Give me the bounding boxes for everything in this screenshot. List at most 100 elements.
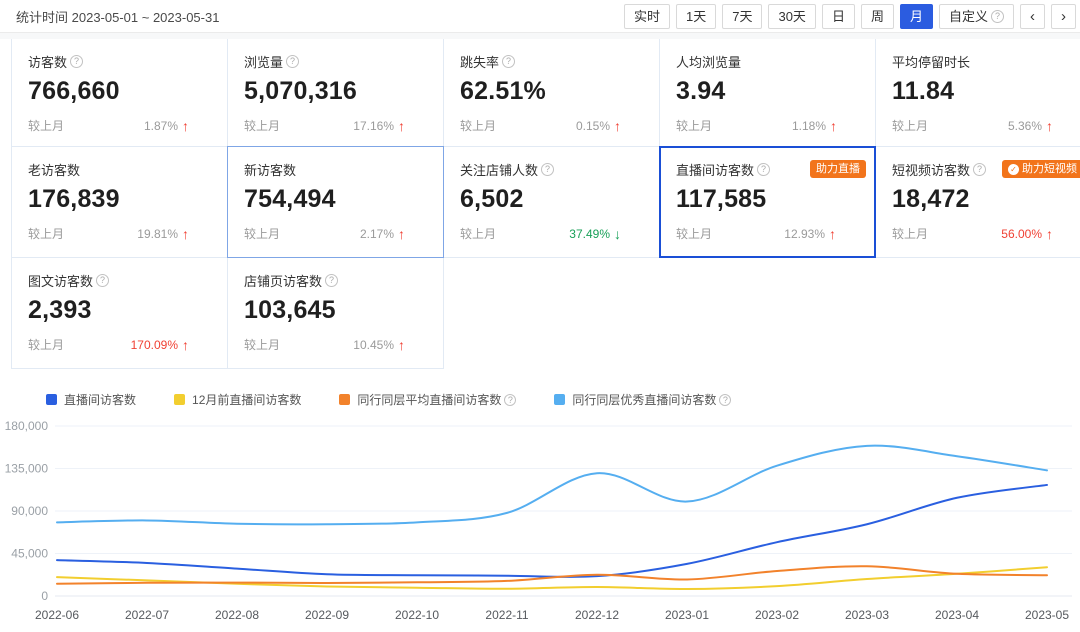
- arrow-up-icon: [398, 118, 405, 134]
- card-title-row: 短视频访客数助力短视频: [892, 160, 1080, 178]
- legend-item-直播间访客数[interactable]: 直播间访客数: [46, 391, 136, 408]
- delta-value: 0.15%: [576, 118, 621, 134]
- card-title-row: 浏览量: [244, 52, 443, 70]
- legend-swatch: [46, 394, 57, 405]
- card-delta-row: 较上月12.93%: [676, 225, 874, 242]
- delta-value: 19.81%: [137, 226, 189, 242]
- card-value: 117,585: [676, 185, 874, 214]
- stat-time-range: 2023-05-01 ~ 2023-05-31: [72, 10, 220, 25]
- metric-card-新访客数[interactable]: 新访客数754,494较上月2.17%: [227, 146, 444, 258]
- help-icon: [991, 10, 1004, 23]
- range-button-1天[interactable]: 1天: [676, 4, 716, 29]
- card-value: 754,494: [244, 185, 443, 214]
- delta-percent: 37.49%: [569, 227, 610, 241]
- compare-label: 较上月: [460, 117, 496, 134]
- help-icon[interactable]: [70, 55, 83, 68]
- range-button-月[interactable]: 月: [900, 4, 933, 29]
- card-title-row: 店铺页访客数: [244, 271, 443, 289]
- help-icon[interactable]: [973, 163, 986, 176]
- delta-percent: 56.00%: [1001, 227, 1042, 241]
- card-title: 店铺页访客数: [244, 271, 322, 290]
- legend-item-同行同层平均直播间访客数[interactable]: 同行同层平均直播间访客数: [339, 391, 516, 408]
- delta-percent: 19.81%: [137, 227, 178, 241]
- compare-label: 较上月: [676, 117, 712, 134]
- chevron-left-button[interactable]: [1020, 4, 1045, 29]
- chart-legend: 直播间访客数 12月前直播间访客数 同行同层平均直播间访客数 同行同层优秀直播间访客数: [46, 391, 1080, 408]
- legend-item-12月前直播间访客数[interactable]: 12月前直播间访客数: [174, 391, 301, 408]
- x-axis-tick: 2022-06: [35, 608, 79, 622]
- delta-value: 170.09%: [131, 337, 189, 353]
- medal-icon: [1008, 164, 1019, 175]
- delta-value: 10.45%: [353, 337, 405, 353]
- help-icon[interactable]: [96, 274, 109, 287]
- card-title: 跳失率: [460, 52, 499, 71]
- x-axis-tick: 2023-03: [845, 608, 889, 622]
- card-delta-row: 较上月19.81%: [28, 225, 227, 242]
- series-line-同行同层平均直播间访客数: [57, 566, 1047, 584]
- card-title: 关注店铺人数: [460, 160, 538, 179]
- range-button-实时[interactable]: 实时: [624, 4, 670, 29]
- metric-card-店铺页访客数[interactable]: 店铺页访客数103,645较上月10.45%: [227, 257, 444, 369]
- compare-label: 较上月: [28, 117, 64, 134]
- range-button-日[interactable]: 日: [822, 4, 855, 29]
- delta-percent: 1.87%: [144, 119, 178, 133]
- help-icon[interactable]: [502, 55, 515, 68]
- badge-label: 助力短视频: [1022, 160, 1077, 178]
- delta-value: 56.00%: [1001, 226, 1053, 242]
- help-icon[interactable]: [719, 394, 731, 406]
- delta-value: 12.93%: [784, 226, 836, 242]
- delta-value: 37.49%: [569, 226, 621, 242]
- card-delta-row: 较上月 1.18%: [676, 117, 875, 134]
- help-icon[interactable]: [286, 55, 299, 68]
- metric-card-图文访客数[interactable]: 图文访客数2,393较上月170.09%: [11, 257, 228, 369]
- card-delta-row: 较上月 0.15%: [460, 117, 659, 134]
- range-button-自定义[interactable]: 自定义: [939, 4, 1014, 29]
- boost-badge[interactable]: 助力直播: [810, 160, 866, 178]
- help-icon[interactable]: [325, 274, 338, 287]
- legend-item-同行同层优秀直播间访客数[interactable]: 同行同层优秀直播间访客数: [554, 391, 731, 408]
- legend-swatch: [174, 394, 185, 405]
- range-button-周[interactable]: 周: [861, 4, 894, 29]
- card-delta-row: 较上月 37.49%: [460, 225, 659, 242]
- stat-time-label: 统计时间: [16, 10, 68, 25]
- compare-label: 较上月: [460, 225, 496, 242]
- card-value: 5,070,316: [244, 77, 443, 106]
- metric-card-跳失率[interactable]: 跳失率62.51%较上月0.15%: [443, 39, 660, 147]
- card-title-row: 平均停留时长: [892, 52, 1080, 70]
- metric-card-访客数[interactable]: 访客数766,660较上月1.87%: [11, 39, 228, 147]
- x-axis-tick: 2022-10: [395, 608, 439, 622]
- help-icon[interactable]: [541, 163, 554, 176]
- metric-card-短视频访客数[interactable]: 短视频访客数助力短视频18,472较上月56.00%: [875, 146, 1080, 258]
- card-title: 浏览量: [244, 52, 283, 71]
- compare-label: 较上月: [892, 225, 928, 242]
- delta-percent: 12.93%: [784, 227, 825, 241]
- metric-card-人均浏览量[interactable]: 人均浏览量3.94较上月1.18%: [659, 39, 876, 147]
- arrow-up-icon: [182, 337, 189, 353]
- legend-label: 12月前直播间访客数: [192, 391, 301, 408]
- x-axis-tick: 2023-01: [665, 608, 709, 622]
- delta-percent: 1.18%: [792, 119, 826, 133]
- help-icon[interactable]: [757, 163, 770, 176]
- arrow-up-icon: [398, 226, 405, 242]
- arrow-up-icon: [829, 226, 836, 242]
- chevron-right-button[interactable]: [1051, 4, 1076, 29]
- y-axis-tick: 0: [41, 589, 48, 603]
- card-value: 766,660: [28, 77, 227, 106]
- metric-card-关注店铺人数[interactable]: 关注店铺人数6,502较上月37.49%: [443, 146, 660, 258]
- range-button-30天[interactable]: 30天: [768, 4, 815, 29]
- legend-label: 同行同层优秀直播间访客数: [572, 391, 716, 408]
- help-icon[interactable]: [504, 394, 516, 406]
- card-title: 直播间访客数: [676, 160, 754, 179]
- metric-card-直播间访客数[interactable]: 直播间访客数 助力直播 117,585 较上月12.93%: [659, 146, 876, 258]
- compare-label: 较上月: [244, 336, 280, 353]
- card-delta-row: 较上月 10.45%: [244, 336, 443, 353]
- boost-badge[interactable]: 助力短视频: [1002, 160, 1080, 178]
- metric-card-浏览量[interactable]: 浏览量5,070,316较上月17.16%: [227, 39, 444, 147]
- card-title-row: 直播间访客数 助力直播: [676, 160, 874, 178]
- x-axis-tick: 2022-08: [215, 608, 259, 622]
- card-title-row: 关注店铺人数: [460, 160, 659, 178]
- range-button-7天[interactable]: 7天: [722, 4, 762, 29]
- card-value: 11.84: [892, 77, 1080, 106]
- metric-card-老访客数[interactable]: 老访客数176,839较上月19.81%: [11, 146, 228, 258]
- metric-card-平均停留时长[interactable]: 平均停留时长11.84较上月5.36%: [875, 39, 1080, 147]
